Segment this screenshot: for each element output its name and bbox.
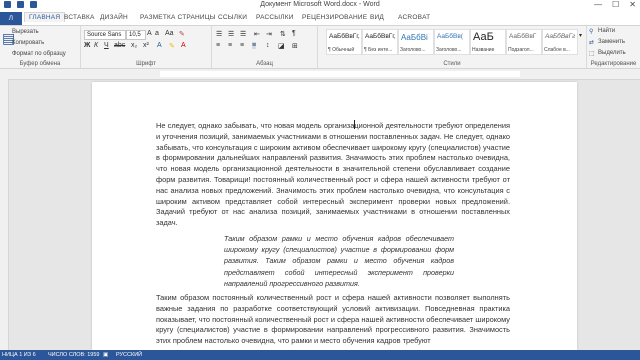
- window-title: Документ Microsoft Word.docx - Word: [260, 1, 380, 8]
- font-size-select[interactable]: 10,5: [126, 30, 146, 40]
- subscript-icon[interactable]: x₂: [131, 42, 137, 49]
- align-left-icon[interactable]: ≡: [216, 42, 220, 49]
- bold-icon[interactable]: Ж: [84, 42, 90, 49]
- tab-mailings[interactable]: РАССЫЛКИ: [256, 14, 294, 21]
- vertical-ruler[interactable]: [0, 79, 9, 350]
- strikethrough-icon[interactable]: abc: [114, 42, 125, 49]
- shading-icon[interactable]: ◪: [278, 42, 285, 50]
- styles-more-icon[interactable]: ▾: [579, 32, 582, 39]
- align-right-icon[interactable]: ≡: [240, 42, 244, 49]
- text-cursor: [354, 120, 355, 129]
- editing-group: ⚲ Найти ⇄ Заменить ⬚ Выделить Редактиров…: [587, 26, 640, 68]
- font-label: Шрифт: [136, 61, 156, 67]
- word-count[interactable]: ЧИСЛО СЛОВ: 1959: [48, 352, 99, 358]
- copy-button[interactable]: Копировать: [12, 40, 44, 46]
- quote-paragraph[interactable]: Таким образом рамки и место обучения кад…: [224, 233, 454, 289]
- horizontal-ruler[interactable]: [0, 69, 640, 80]
- paragraph-label: Абзац: [256, 61, 273, 67]
- superscript-icon[interactable]: x²: [143, 42, 149, 49]
- select-icon: ⬚: [589, 51, 595, 57]
- styles-group: АаБбВвГг, ¶ Обычный АаБбВвГг, ¶ Без инте..…: [318, 26, 587, 68]
- editing-label: Редактирование: [590, 61, 637, 67]
- page-count[interactable]: НИЦА 1 ИЗ 6: [2, 352, 36, 358]
- sort-icon[interactable]: ⇅: [280, 30, 286, 38]
- italic-icon[interactable]: К: [94, 42, 98, 49]
- multilevel-icon[interactable]: ☰: [240, 30, 246, 38]
- tab-review[interactable]: РЕЦЕНЗИРОВАНИЕ: [302, 14, 367, 21]
- text-effects-icon[interactable]: A: [157, 42, 162, 49]
- document-page[interactable]: Не следует, однако забывать, что новая м…: [92, 82, 577, 350]
- select-button[interactable]: Выделить: [598, 50, 626, 56]
- ribbon: ▤ Вырезать Копировать Формат по образцу …: [0, 26, 640, 69]
- font-group: Source Sans 10,5 A a Aa ✎ Ж К Ч abc x₂ x…: [81, 26, 212, 68]
- find-button[interactable]: Найти: [598, 28, 615, 34]
- ribbon-tabs: Л ГЛАВНАЯ ВСТАВКА ДИЗАЙН РАЗМЕТКА СТРАНИ…: [0, 12, 640, 26]
- cut-button[interactable]: Вырезать: [12, 29, 39, 35]
- proofing-icon[interactable]: ▣: [103, 352, 108, 358]
- style-title[interactable]: АаБ Название: [470, 29, 506, 55]
- numbering-icon[interactable]: ☰: [228, 30, 234, 38]
- case-icon[interactable]: Aa: [165, 30, 174, 37]
- style-normal[interactable]: АаБбВвГг, ¶ Обычный: [326, 29, 362, 55]
- pilcrow-icon[interactable]: ¶: [292, 30, 296, 37]
- font-name-select[interactable]: Source Sans: [84, 30, 126, 40]
- language[interactable]: РУССКИЙ: [116, 352, 142, 358]
- underline-icon[interactable]: Ч: [104, 42, 109, 49]
- paragraph-2[interactable]: Таким образом постоянный количественный …: [156, 293, 510, 347]
- style-subtitle[interactable]: АаБбВвГ Подзагол...: [506, 29, 542, 55]
- borders-icon[interactable]: ⊞: [292, 42, 298, 50]
- format-painter-button[interactable]: Формат по образцу: [12, 51, 66, 57]
- style-no-spacing[interactable]: АаБбВвГг, ¶ Без инте...: [362, 29, 398, 55]
- grow-font-icon[interactable]: A: [147, 30, 152, 37]
- style-heading-2[interactable]: АаБбВв(Заголово...: [434, 29, 470, 55]
- paragraph-1[interactable]: Не следует, однако забывать, что новая м…: [156, 121, 510, 229]
- styles-label: Стили: [443, 61, 461, 67]
- tab-acrobat[interactable]: ACROBAT: [398, 14, 430, 21]
- paragraph-group: ☰ ☰ ☰ ⇤ ⇥ ⇅ ¶ ≡ ≡ ≡ ≡ ↕ ◪ ⊞ Абзац: [212, 26, 318, 68]
- close-button[interactable]: ✕: [629, 0, 636, 9]
- maximize-button[interactable]: ☐: [612, 0, 619, 9]
- tab-home[interactable]: ГЛАВНАЯ: [24, 12, 66, 22]
- replace-icon: ⇄: [589, 40, 595, 46]
- align-center-icon[interactable]: ≡: [228, 42, 232, 49]
- tab-file[interactable]: Л: [0, 12, 22, 25]
- replace-button[interactable]: Заменить: [598, 39, 625, 45]
- justify-icon[interactable]: ≡: [252, 42, 257, 49]
- status-bar: НИЦА 1 ИЗ 6 ЧИСЛО СЛОВ: 1959 ▣ РУССКИЙ: [0, 350, 640, 360]
- tab-references[interactable]: ССЫЛКИ: [218, 14, 247, 21]
- tab-layout[interactable]: РАЗМЕТКА СТРАНИЦЫ: [140, 14, 216, 21]
- tab-insert[interactable]: ВСТАВКА: [64, 14, 95, 21]
- minimize-button[interactable]: —: [594, 0, 602, 9]
- tab-view[interactable]: ВИД: [370, 14, 384, 21]
- font-color-icon[interactable]: A: [181, 42, 186, 49]
- increase-indent-icon[interactable]: ⇥: [266, 30, 272, 38]
- style-heading-1[interactable]: АаБбВі Заголово...: [398, 29, 434, 55]
- title-bar: Документ Microsoft Word.docx - Word — ☐ …: [0, 0, 640, 12]
- find-icon: ⚲: [589, 29, 594, 35]
- bullets-icon[interactable]: ☰: [216, 30, 222, 38]
- tab-design[interactable]: ДИЗАЙН: [100, 14, 128, 21]
- shrink-font-icon[interactable]: a: [155, 30, 159, 37]
- clipboard-group: ▤ Вырезать Копировать Формат по образцу …: [0, 26, 81, 68]
- clear-format-icon[interactable]: ✎: [179, 30, 185, 38]
- style-subtle-emphasis[interactable]: АаБбВвГг Слабое в...: [542, 29, 578, 55]
- highlight-icon[interactable]: ✎: [169, 42, 175, 50]
- clipboard-label: Буфер обмена: [19, 61, 61, 67]
- line-spacing-icon[interactable]: ↕: [266, 42, 270, 49]
- decrease-indent-icon[interactable]: ⇤: [254, 30, 260, 38]
